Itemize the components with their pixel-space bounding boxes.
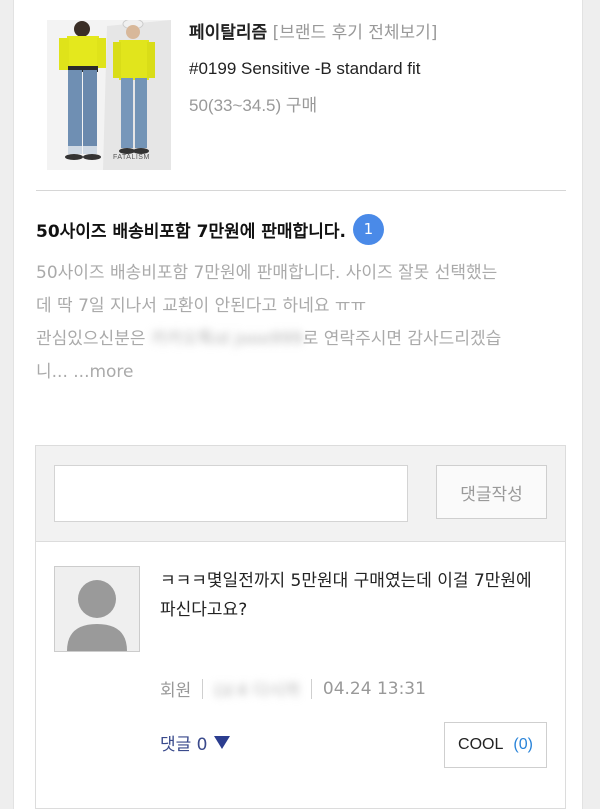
brand-logo-text: FATALISM (113, 154, 150, 161)
product-summary[interactable]: FATALISM 페이탈리즘 [브랜드 후기 전체보기] #0199 Sensi… (14, 0, 582, 190)
comment-section: 댓글작성 ㅋㅋㅋ몇일전까지 5만원대 구매였는데 이걸 7만원에 파신다고요? … (35, 445, 566, 809)
post-body-text: 관심있으신분은 (36, 329, 146, 349)
comment-submit-button[interactable]: 댓글작성 (436, 465, 547, 519)
page: FATALISM 페이탈리즘 [브랜드 후기 전체보기] #0199 Sensi… (13, 0, 583, 809)
avatar (54, 566, 140, 652)
product-name[interactable]: #0199 Sensitive -B standard fit (189, 56, 437, 82)
triangle-down-icon (213, 736, 230, 749)
cool-button[interactable]: COOL (0) (444, 722, 547, 768)
comment-time: 04.24 13:31 (322, 678, 426, 699)
post-title-text: 50사이즈 배송비포함 7만원에 판매합니다. (36, 222, 346, 242)
comment-input[interactable] (54, 465, 408, 522)
meta-separator (310, 678, 312, 699)
product-info: 페이탈리즘 [브랜드 후기 전체보기] #0199 Sensitive -B s… (189, 20, 437, 119)
post-body-more[interactable]: 니... ...more (36, 356, 566, 389)
post-body-line: 관심있으신분은 카카오톡id jooo999로 연락주시면 감사드리겠습 (36, 323, 566, 356)
post-body-line: 데 딱 7일 지나서 교환이 안된다고 하네요 ㅠㅠ (36, 296, 367, 316)
comment-form: 댓글작성 (36, 446, 565, 542)
post-body-line: 50사이즈 배송비포함 7만원에 판매합니다. 사이즈 잘못 선택했는 (36, 263, 498, 283)
brand-name[interactable]: 페이탈리즘 (189, 23, 267, 43)
cool-label: COOL (458, 736, 504, 753)
cool-count: (0) (513, 736, 533, 753)
divider (36, 190, 566, 191)
blurred-user-level: LV.4 다시까 (214, 681, 300, 701)
post-body[interactable]: 50사이즈 배송비포함 7만원에 판매합니다. 사이즈 잘못 선택했는 데 딱 … (36, 257, 566, 389)
reply-count-label: 댓글 0 (160, 735, 208, 755)
reply-toggle-button[interactable]: 댓글 0 (160, 730, 230, 755)
purchase-size: 50(33~34.5) 구매 (189, 96, 318, 115)
blurred-contact-id: 카카오톡id jooo999 (150, 329, 303, 349)
post-title: 50사이즈 배송비포함 7만원에 판매합니다. 1 (36, 214, 384, 245)
brand-line: 페이탈리즘 [브랜드 후기 전체보기] (189, 20, 437, 46)
brand-reviews-link[interactable]: [브랜드 후기 전체보기] (273, 23, 438, 43)
comment-text: ㅋㅋㅋ몇일전까지 5만원대 구매였는데 이걸 7만원에 파신다고요? (160, 571, 532, 620)
product-photo (47, 20, 171, 170)
default-user-icon (55, 567, 139, 651)
product-thumbnail[interactable]: FATALISM (47, 20, 171, 170)
meta-separator (202, 678, 204, 699)
comment-meta: 회원 LV.4 다시까 04.24 13:31 (160, 676, 426, 701)
comment-count-badge: 1 (352, 214, 384, 245)
post-body-text: 로 연락주시면 감사드리겠습 (302, 329, 502, 349)
comment-author: 회원 (160, 681, 192, 701)
